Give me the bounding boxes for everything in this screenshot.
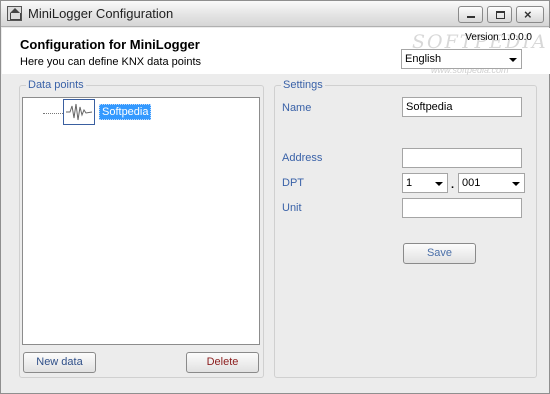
dpt-sub-select[interactable]: 001 — [458, 173, 525, 193]
minimize-button[interactable] — [458, 6, 483, 23]
window-title: MiniLogger Configuration — [28, 6, 174, 21]
address-field[interactable] — [402, 148, 522, 168]
app-icon — [7, 6, 22, 21]
settings-legend: Settings — [281, 79, 325, 91]
chevron-down-icon — [435, 182, 443, 186]
chevron-down-icon — [512, 182, 520, 186]
chevron-down-icon — [509, 58, 517, 62]
minimize-icon — [467, 16, 475, 18]
name-label: Name — [282, 102, 312, 114]
close-button[interactable]: × — [516, 6, 544, 23]
page-subtitle: Here you can define KNX data points — [20, 56, 202, 68]
dpt-label: DPT — [282, 177, 304, 189]
dpt-main-select[interactable]: 1 — [402, 173, 448, 193]
delete-button[interactable]: Delete — [186, 352, 259, 373]
settings-group: Settings — [274, 79, 537, 378]
language-select[interactable]: English — [401, 49, 522, 69]
save-button[interactable]: Save — [403, 243, 476, 264]
version-label: Version 1.0.0.0 — [465, 32, 532, 43]
new-data-button[interactable]: New data — [23, 352, 96, 373]
data-points-tree[interactable]: Softpedia — [22, 97, 260, 345]
unit-field[interactable] — [402, 198, 522, 218]
address-label: Address — [282, 152, 323, 164]
page-title: Configuration for MiniLogger — [20, 37, 200, 52]
dpt-main-value: 1 — [406, 177, 413, 189]
main-window: MiniLogger Configuration × Configuration… — [0, 0, 550, 394]
maximize-icon — [496, 11, 505, 19]
close-icon: × — [524, 7, 532, 22]
maximize-button[interactable] — [487, 6, 512, 23]
title-bar[interactable]: MiniLogger Configuration × — [1, 1, 549, 27]
tree-connector — [43, 113, 63, 114]
dpt-sub-value: 001 — [462, 177, 481, 189]
name-field[interactable]: Softpedia — [402, 97, 522, 117]
data-points-legend: Data points — [26, 79, 86, 91]
dpt-separator: . — [451, 179, 455, 191]
language-value: English — [405, 53, 442, 65]
waveform-icon — [63, 99, 95, 125]
tree-item-softpedia[interactable]: Softpedia — [99, 104, 152, 120]
unit-label: Unit — [282, 202, 302, 214]
